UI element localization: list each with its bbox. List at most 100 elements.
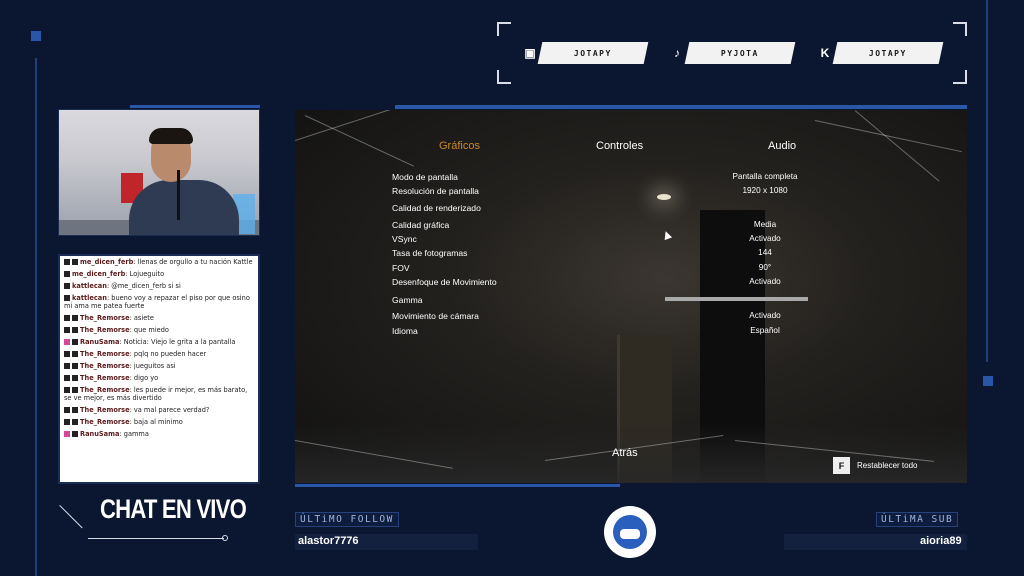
- chat-panel[interactable]: me_dicen_ferb: llenas de orgullo a tu na…: [58, 254, 260, 484]
- social-twitch[interactable]: ▣ JOTAPY: [520, 42, 649, 64]
- chat-badge-icon: [72, 407, 78, 413]
- setting-value[interactable]: 90°: [715, 263, 815, 272]
- chat-username[interactable]: The_Remorse: [80, 314, 130, 322]
- chat-text: @me_dicen_ferb si si: [111, 282, 181, 290]
- chat-username[interactable]: kattlecan: [72, 294, 107, 302]
- setting-label[interactable]: Idioma: [392, 326, 418, 336]
- setting-value[interactable]: Activado: [715, 234, 815, 243]
- socials-corner-tl: [497, 22, 511, 36]
- chat-message: kattlecan: bueno voy a repazar el piso p…: [64, 294, 250, 310]
- chat-badge-icon: [64, 295, 70, 301]
- chat-badge-icon: [64, 375, 70, 381]
- setting-value[interactable]: 144: [715, 248, 815, 257]
- twitch-icon: ▣: [520, 43, 540, 63]
- chat-username[interactable]: The_Remorse: [80, 374, 130, 382]
- kick-icon: K: [815, 43, 835, 63]
- tab-audio[interactable]: Audio: [768, 140, 796, 152]
- setting-value[interactable]: Español: [715, 326, 815, 335]
- last-follow-value: alastor7776: [298, 535, 359, 547]
- chat-badge-icon: [64, 419, 70, 425]
- chat-badge-icon: [72, 259, 78, 265]
- chat-badge-icon: [64, 339, 70, 345]
- social-kick-label: JOTAPY: [869, 48, 907, 58]
- chat-message: RanuSama: Noticia: Viejo le grita a la p…: [60, 336, 258, 348]
- reset-all-label: Restablecer todo: [857, 461, 918, 470]
- socials-corner-bl: [497, 70, 511, 84]
- chat-badge-icon: [64, 315, 70, 321]
- chat-badge-icon: [72, 375, 78, 381]
- chat-message: The_Remorse: jueguitos asi: [60, 360, 258, 372]
- setting-label[interactable]: Calidad gráfica: [392, 220, 449, 230]
- chat-badge-icon: [64, 407, 70, 413]
- socials-corner-br: [953, 70, 967, 84]
- setting-value[interactable]: 1920 x 1080: [715, 186, 815, 195]
- chat-message: The_Remorse: va mal parece verdad?: [60, 404, 258, 416]
- chat-username[interactable]: RanuSama: [80, 430, 119, 438]
- chat-badge-icon: [72, 431, 78, 437]
- setting-label[interactable]: Desenfoque de Movimiento: [392, 277, 497, 287]
- social-tiktok[interactable]: ♪ PYJOTA: [667, 42, 796, 64]
- chat-text: baja al minimo: [133, 418, 183, 426]
- chat-text: que miedo: [133, 326, 169, 334]
- chat-badge-icon: [64, 363, 70, 369]
- setting-label[interactable]: Tasa de fotogramas: [392, 248, 467, 258]
- chat-username[interactable]: kattlecan: [72, 282, 107, 290]
- setting-value[interactable]: Media: [715, 220, 815, 229]
- chat-badge-icon: [72, 387, 78, 393]
- chat-message: RanuSama: gamma: [60, 428, 258, 440]
- frame-right-line: [986, 0, 988, 362]
- chat-username[interactable]: me_dicen_ferb: [80, 258, 133, 266]
- chat-text: Noticia: Viejo le grita a la pantalla: [123, 338, 236, 346]
- setting-label[interactable]: Movimiento de cámara: [392, 311, 479, 321]
- chat-username[interactable]: me_dicen_ferb: [72, 270, 125, 278]
- chat-message: me_dicen_ferb: Lojueguito: [60, 268, 258, 280]
- setting-value[interactable]: Activado: [715, 311, 815, 320]
- webcam-top-bar: [130, 105, 260, 108]
- chat-badge-icon: [64, 283, 70, 289]
- setting-label[interactable]: Resolución de pantalla: [392, 186, 479, 196]
- chat-username[interactable]: RanuSama: [80, 338, 119, 346]
- setting-label[interactable]: Gamma: [392, 295, 423, 305]
- social-tiktok-label: PYJOTA: [721, 48, 759, 58]
- chat-username[interactable]: The_Remorse: [80, 350, 130, 358]
- chat-message: me_dicen_ferb: llenas de orgullo a tu na…: [60, 256, 258, 268]
- chat-message-list: me_dicen_ferb: llenas de orgullo a tu na…: [60, 256, 258, 440]
- chat-title-decoration: [37, 505, 83, 551]
- chat-badge-icon: [64, 271, 70, 277]
- chat-username[interactable]: The_Remorse: [80, 418, 130, 426]
- gamma-slider[interactable]: [665, 297, 808, 301]
- back-button[interactable]: Atrás: [612, 447, 638, 459]
- frame-square-left: [31, 31, 41, 41]
- chat-text: Lojueguito: [129, 270, 165, 278]
- setting-label[interactable]: Modo de pantalla: [392, 172, 458, 182]
- chat-text: llenas de orgullo a tu nación Kattle: [137, 258, 253, 266]
- chat-username[interactable]: The_Remorse: [80, 386, 130, 394]
- setting-label[interactable]: Calidad de renderizado: [392, 203, 481, 213]
- game-capture[interactable]: Gráficos Controles Audio Modo de pantall…: [295, 110, 967, 483]
- chat-message: The_Remorse: que miedo: [60, 324, 258, 336]
- socials-corner-tr: [953, 22, 967, 36]
- setting-value[interactable]: Pantalla completa: [715, 172, 815, 181]
- setting-value[interactable]: Activado: [715, 277, 815, 286]
- tiktok-icon: ♪: [667, 43, 687, 63]
- last-follow-label: ÚLTiMO FOLLOW: [295, 512, 399, 527]
- tab-graficos[interactable]: Gráficos: [439, 140, 480, 152]
- chat-title: CHAT EN VIVO: [100, 494, 247, 524]
- chat-message: The_Remorse: baja al minimo: [60, 416, 258, 428]
- mouse-cursor: [661, 229, 673, 241]
- chat-badge-icon: [72, 419, 78, 425]
- setting-label[interactable]: VSync: [392, 234, 417, 244]
- social-twitch-label: JOTAPY: [574, 48, 612, 58]
- webcam-feed: [58, 109, 260, 236]
- chat-username[interactable]: The_Remorse: [80, 406, 130, 414]
- chat-username[interactable]: The_Remorse: [80, 326, 130, 334]
- frame-square-right: [983, 376, 993, 386]
- social-kick[interactable]: K JOTAPY: [815, 42, 944, 64]
- chat-message: The_Remorse: les puede ir mejor, es más …: [64, 386, 248, 402]
- tab-controles[interactable]: Controles: [596, 140, 643, 152]
- game-top-bar: [395, 105, 967, 109]
- reset-all-button[interactable]: F Restablecer todo: [833, 457, 917, 474]
- chat-username[interactable]: The_Remorse: [80, 362, 130, 370]
- chat-message: The_Remorse: asiete: [60, 312, 258, 324]
- setting-label[interactable]: FOV: [392, 263, 410, 273]
